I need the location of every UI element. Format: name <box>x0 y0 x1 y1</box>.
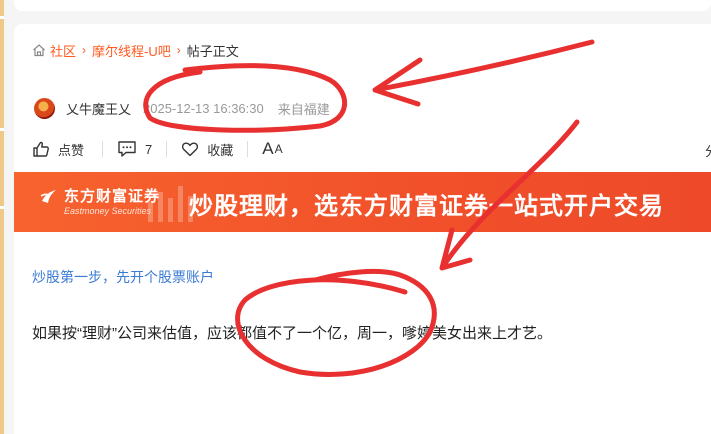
breadcrumb-forum-link[interactable]: 摩尔线程-U吧 <box>92 41 171 60</box>
logo-name-en: Eastmoney Securities <box>64 206 152 216</box>
post-body: 如果按“理财”公司来估值，应该都值不了一个亿，周一，嗲婷美女出来上才艺。 <box>32 325 552 342</box>
left-edge-strip <box>0 0 4 434</box>
breadcrumb-home-link[interactable]: 社区 <box>50 41 76 60</box>
comment-icon <box>118 141 136 157</box>
action-bar: 点赞 7 收藏 AA 分 <box>32 138 711 160</box>
post-card: 社区 › 摩尔线程-U吧 › 帖子正文 乂牛魔王乂 2025-12-13 16:… <box>14 24 711 434</box>
banner-headline: 炒股理财，选东方财富证券一站式开户交易 <box>189 193 664 220</box>
font-large-glyph: A <box>262 139 275 158</box>
breadcrumb: 社区 › 摩尔线程-U吧 › 帖子正文 <box>32 41 239 60</box>
chevron-right-icon: › <box>82 43 87 57</box>
comment-count: 7 <box>145 141 153 157</box>
eastmoney-logo-icon <box>40 189 56 203</box>
strip-gap <box>0 16 4 19</box>
open-account-link[interactable]: 炒股第一步，先开个股票账户 <box>32 267 214 287</box>
logo-name-cn: 东方财富证券 <box>64 188 161 205</box>
ad-banner[interactable]: 东方财富证券 Eastmoney Securities 炒股理财，选东方财富证券… <box>14 172 711 232</box>
avatar[interactable] <box>34 97 55 119</box>
like-button[interactable]: 点赞 <box>32 140 84 159</box>
divider <box>102 141 104 157</box>
font-small-glyph: A <box>274 142 284 156</box>
post-meta: 乂牛魔王乂 2025-12-13 16:36:30 来自福建 <box>32 97 330 119</box>
divider <box>247 141 249 157</box>
strip-gap <box>0 206 4 209</box>
author-name[interactable]: 乂牛魔王乂 <box>66 99 131 118</box>
strip-gap <box>0 128 4 131</box>
eastmoney-logo: 东方财富证券 Eastmoney Securities <box>40 185 161 216</box>
post-time: 2025-12-13 16:36:30 <box>143 100 264 116</box>
heart-icon <box>182 142 199 157</box>
comment-button[interactable]: 7 <box>117 140 152 158</box>
breadcrumb-current: 帖子正文 <box>186 43 239 59</box>
chevron-right-icon: › <box>176 43 181 57</box>
previous-card <box>14 0 711 11</box>
like-label: 点赞 <box>58 142 85 158</box>
share-button[interactable]: 分 <box>705 141 711 160</box>
favorite-label: 收藏 <box>207 142 234 158</box>
home-icon <box>33 44 45 57</box>
font-size-button[interactable]: AA <box>262 139 283 159</box>
thumbs-up-icon <box>33 141 49 157</box>
post-location: 来自福建 <box>277 101 330 117</box>
favorite-button[interactable]: 收藏 <box>181 140 233 159</box>
divider <box>166 141 168 157</box>
